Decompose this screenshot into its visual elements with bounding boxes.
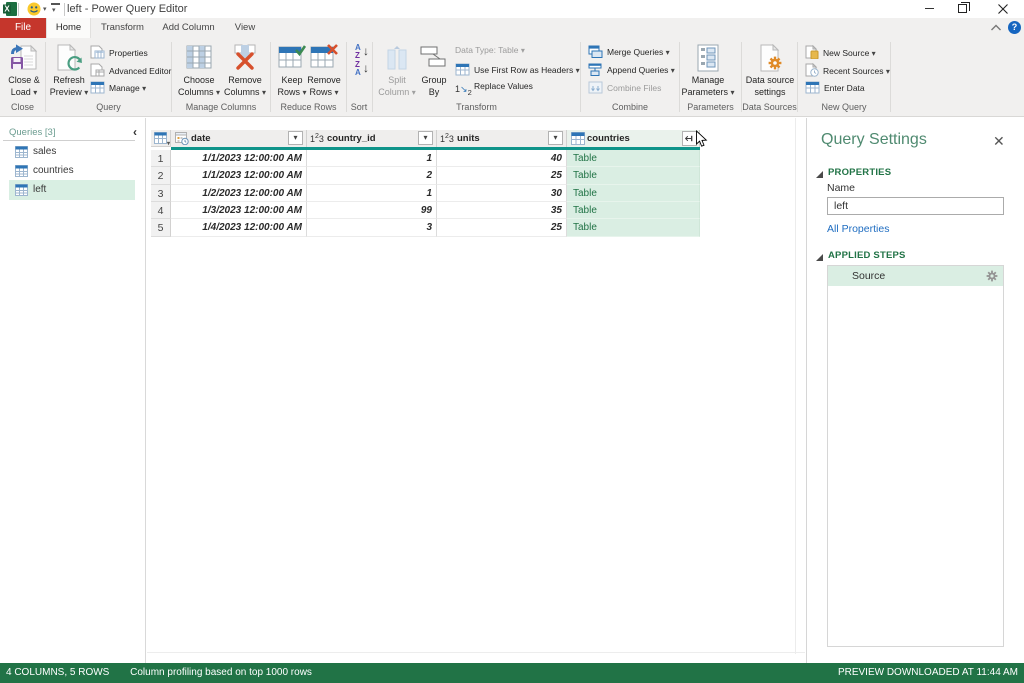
svg-text:X: X — [4, 5, 10, 14]
